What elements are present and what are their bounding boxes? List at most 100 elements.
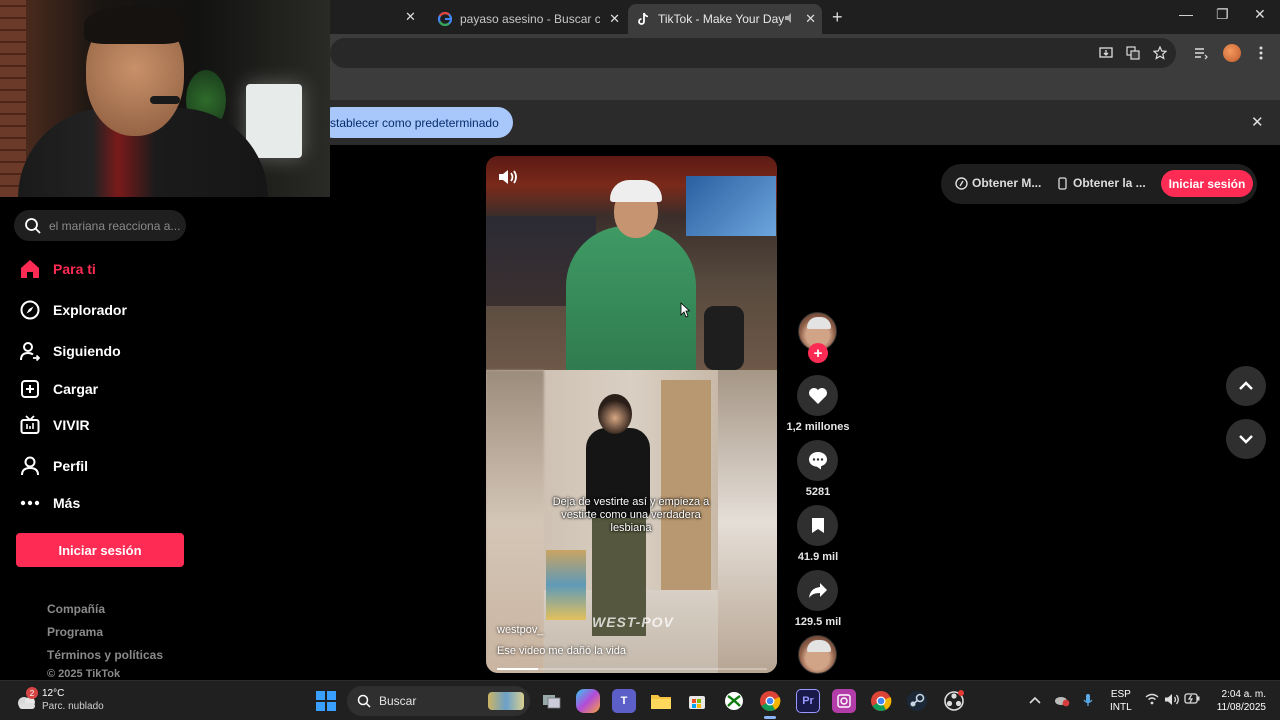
sidebar-item-label: Cargar [53, 381, 99, 397]
minimize-button[interactable]: — [1179, 6, 1193, 22]
video-player[interactable]: Deja de vestirte así y empieza a vestirt… [486, 156, 777, 673]
reading-list-icon[interactable] [1193, 45, 1209, 61]
music-disc-avatar[interactable] [798, 635, 837, 674]
maximize-button[interactable]: ❐ [1216, 6, 1229, 23]
header-login-button[interactable]: Iniciar sesión [1161, 170, 1253, 197]
comment-button[interactable] [797, 440, 838, 481]
language-code: ESP [1110, 689, 1131, 700]
weather-temperature: 12°C [42, 688, 65, 699]
sound-toggle-icon[interactable] [497, 168, 519, 186]
sidebar-item-label: Explorador [53, 302, 127, 318]
chrome-icon[interactable] [758, 689, 782, 719]
tab-google-search[interactable]: payaso asesino - Buscar con Google ✕ [430, 4, 626, 34]
coin-icon [954, 176, 968, 190]
following-icon [19, 340, 41, 362]
bookmark-icon [811, 518, 824, 533]
footer-link-terminos[interactable]: Términos y políticas [47, 648, 163, 662]
infobar-close-button[interactable]: ✕ [1251, 113, 1264, 131]
sidebar-login-button[interactable]: Iniciar sesión [16, 533, 184, 567]
sidebar-item-mas[interactable]: Más [19, 490, 80, 516]
steam-icon[interactable] [905, 689, 929, 713]
taskbar-search[interactable]: Buscar [347, 686, 530, 716]
search-input[interactable]: el mariana reacciona a... [14, 210, 186, 241]
search-highlight-image [488, 692, 524, 710]
sidebar-item-siguiendo[interactable]: Siguiendo [19, 338, 121, 364]
video-watermark: WEST-POV [592, 614, 674, 630]
install-app-icon[interactable] [1098, 45, 1114, 61]
weather-badge: 2 [26, 687, 38, 699]
save-button[interactable] [797, 505, 838, 546]
store-icon[interactable] [685, 689, 709, 713]
teams-icon[interactable]: T [612, 689, 636, 713]
input-language-indicator[interactable]: ESP INTL [1110, 688, 1132, 714]
tab-tiktok[interactable]: TikTok - Make Your Day ✕ [628, 4, 822, 34]
sidebar-item-explorador[interactable]: Explorador [19, 297, 127, 323]
tab-close-button[interactable]: ✕ [609, 11, 620, 27]
sidebar-item-label: Siguiendo [53, 343, 121, 359]
search-placeholder: el mariana reacciona a... [49, 218, 181, 233]
video-author[interactable]: westpov_ [497, 624, 543, 636]
set-default-button[interactable]: stablecer como predeterminado [318, 107, 513, 138]
task-view-icon[interactable] [540, 689, 564, 713]
photo-icon[interactable] [832, 689, 856, 713]
wifi-icon[interactable] [1145, 693, 1159, 708]
chrome-alt-icon[interactable] [869, 689, 893, 713]
more-icon [19, 492, 41, 514]
comment-count: 5281 [805, 486, 831, 498]
mouse-cursor-icon [680, 302, 690, 318]
tiktok-icon [636, 12, 650, 26]
bookmark-star-icon[interactable] [1152, 45, 1168, 61]
tab-label: TikTok - Make Your Day [658, 12, 785, 26]
previous-video-button[interactable] [1226, 366, 1266, 406]
get-app-button[interactable]: Obtener la ... [1055, 176, 1146, 190]
like-button[interactable] [797, 375, 838, 416]
next-video-button[interactable] [1226, 419, 1266, 459]
windows-start-button[interactable] [316, 691, 336, 711]
address-bar[interactable] [330, 38, 1176, 68]
share-button[interactable] [797, 570, 838, 611]
xbox-icon[interactable] [722, 689, 746, 713]
sidebar-item-para-ti[interactable]: Para ti [19, 256, 96, 282]
sidebar-item-vivir[interactable]: VIVIR [19, 412, 90, 438]
tab-close-button[interactable]: ✕ [805, 11, 816, 27]
battery-icon[interactable] [1184, 693, 1200, 707]
phone-icon [1055, 176, 1069, 190]
translate-icon[interactable] [1125, 45, 1141, 61]
copilot-icon[interactable] [576, 689, 600, 713]
obs-icon[interactable] [942, 689, 966, 713]
home-icon [19, 258, 41, 280]
microphone-icon[interactable] [1083, 693, 1093, 710]
security-tray-icon[interactable] [1054, 693, 1070, 710]
tab-close-button[interactable]: ✕ [405, 9, 416, 25]
weather-description: Parc. nublado [42, 701, 104, 712]
weather-widget[interactable]: 2 12°C Parc. nublado [16, 687, 104, 713]
follow-button[interactable]: + [808, 343, 828, 363]
video-top-frame [486, 156, 777, 376]
system-clock[interactable]: 2:04 a. m. 11/08/2025 [1208, 688, 1266, 714]
new-tab-button[interactable]: + [832, 7, 843, 28]
tab-label: payaso asesino - Buscar con Google [460, 12, 600, 26]
video-text-overlay: Deja de vestirte así y empieza a vestirt… [552, 496, 710, 534]
video-progress-bar[interactable] [497, 668, 767, 670]
comment-icon [808, 452, 827, 470]
tray-overflow-icon[interactable] [1029, 693, 1041, 707]
sidebar-item-label: VIVIR [53, 417, 90, 433]
get-coins-button[interactable]: Obtener M... [954, 176, 1041, 190]
window-close-button[interactable]: ✕ [1254, 6, 1266, 23]
sidebar-item-cargar[interactable]: Cargar [19, 376, 98, 402]
weather-cloud-icon: 2 [16, 687, 38, 711]
volume-icon[interactable] [1164, 693, 1180, 709]
copyright-text: © 2025 TikTok [47, 668, 121, 680]
live-icon [19, 414, 41, 436]
profile-avatar[interactable] [1223, 44, 1241, 62]
footer-link-programa[interactable]: Programa [47, 625, 103, 639]
share-count: 129.5 mil [794, 616, 842, 628]
sidebar-item-perfil[interactable]: Perfil [19, 453, 88, 479]
upload-icon [19, 378, 41, 400]
folder-icon[interactable] [649, 689, 673, 713]
footer-link-compania[interactable]: Compañía [47, 602, 105, 616]
clock-time: 2:04 a. m. [1221, 689, 1266, 700]
premiere-icon[interactable]: Pr [796, 689, 820, 713]
speaker-muted-icon[interactable] [784, 12, 796, 27]
more-menu-icon[interactable] [1253, 45, 1269, 61]
